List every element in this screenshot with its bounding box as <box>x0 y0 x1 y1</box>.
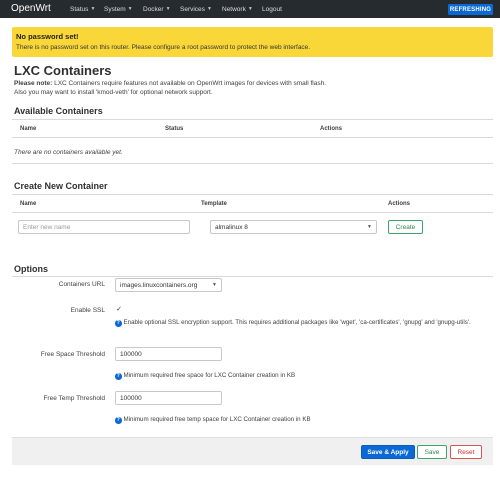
top-navbar: OpenWrt Status ▼ System ▼ Docker ▼ Services… <box>0 0 500 18</box>
divider <box>12 194 493 195</box>
nav-item-services[interactable]: Services ▼ <box>180 0 212 18</box>
free-space-label: Free Space Threshold <box>40 351 105 358</box>
container-name-input[interactable] <box>18 220 190 234</box>
alert-message: There is no password set on this router.… <box>16 44 311 51</box>
divider <box>12 212 493 213</box>
page-title: LXC Containers <box>14 63 112 78</box>
nav-item-status[interactable]: Status ▼ <box>70 0 95 18</box>
nav-label: Docker <box>143 5 164 13</box>
divider <box>12 163 493 164</box>
containers-url-value: images.linuxcontainers.org <box>120 281 198 289</box>
help-circle-icon: ? <box>115 417 122 424</box>
column-header-name: Name <box>20 126 37 132</box>
enable-ssl-checkbox[interactable]: ✓ <box>115 306 123 314</box>
nav-item-logout[interactable]: Logout <box>262 0 282 18</box>
save-apply-button[interactable]: Save & Apply <box>361 445 415 459</box>
divider <box>12 119 493 120</box>
brand-logo[interactable]: OpenWrt <box>11 3 51 14</box>
nav-item-network[interactable]: Network ▼ <box>222 0 253 18</box>
column-header-name: Name <box>20 201 37 207</box>
note-bold: Please note: <box>14 80 53 87</box>
no-password-alert: No password set! There is no password se… <box>12 27 493 57</box>
column-header-actions: Actions <box>388 201 411 207</box>
containers-url-select[interactable]: images.linuxcontainers.org ▼ <box>115 278 222 292</box>
empty-containers-message: There are no containers available yet. <box>14 149 123 156</box>
nav-label: Services <box>180 5 205 13</box>
free-space-help: ? Minimum required free space for LXC Co… <box>115 372 485 381</box>
create-container-title: Create New Container <box>14 181 108 191</box>
chevron-down-icon: ▼ <box>165 6 171 12</box>
divider <box>12 137 493 138</box>
enable-ssl-label: Enable SSL <box>70 307 105 314</box>
chevron-down-icon: ▼ <box>206 6 212 12</box>
free-space-help-label: Minimum required free space for LXC Cont… <box>123 372 296 379</box>
page-note: Please note: LXC Containers require feat… <box>14 80 326 87</box>
nav-label: Logout <box>262 5 282 13</box>
free-temp-input[interactable] <box>115 391 222 405</box>
chevron-down-icon: ▼ <box>247 6 253 12</box>
alert-title: No password set! <box>16 32 79 41</box>
column-header-template: Template <box>201 201 227 207</box>
form-actions-bar: Save & Apply Save Reset <box>12 437 493 465</box>
options-title: Options <box>14 264 48 274</box>
free-temp-help-label: Minimum required free temp space for LXC… <box>123 416 311 423</box>
note-text: LXC Containers require features not avai… <box>52 80 327 87</box>
nav-label: Status <box>70 5 89 13</box>
help-circle-icon: ? <box>115 373 122 380</box>
column-header-actions: Actions <box>320 126 343 132</box>
chevron-down-icon: ▼ <box>90 6 96 12</box>
ssl-help-text: ? Enable optional SSL encryption support… <box>115 319 485 328</box>
reset-button[interactable]: Reset <box>450 445 482 459</box>
refreshing-badge[interactable]: REFRESHING <box>448 4 493 15</box>
chevron-down-icon: ▼ <box>212 282 217 288</box>
divider <box>12 276 493 277</box>
help-circle-icon: ? <box>115 320 122 327</box>
page-note-line2: Also you may want to install 'kmod-veth'… <box>14 89 213 96</box>
create-button[interactable]: Create <box>388 220 423 234</box>
available-containers-title: Available Containers <box>14 106 103 116</box>
ssl-help-label: Enable optional SSL encryption support. … <box>123 319 471 326</box>
nav-label: System <box>104 5 126 13</box>
nav-item-system[interactable]: System ▼ <box>104 0 133 18</box>
nav-label: Network <box>222 5 246 13</box>
template-select-value: almalinux 8 <box>215 223 248 231</box>
template-select[interactable]: almalinux 8 ▼ <box>210 220 377 234</box>
chevron-down-icon: ▼ <box>367 224 372 230</box>
nav-item-docker[interactable]: Docker ▼ <box>143 0 171 18</box>
free-space-input[interactable] <box>115 347 222 361</box>
column-header-status: Status <box>165 126 184 132</box>
free-temp-label: Free Temp Threshold <box>43 395 105 402</box>
free-temp-help: ? Minimum required free temp space for L… <box>115 416 485 425</box>
chevron-down-icon: ▼ <box>127 6 133 12</box>
containers-url-label: Containers URL <box>58 281 105 288</box>
save-button[interactable]: Save <box>417 445 447 459</box>
